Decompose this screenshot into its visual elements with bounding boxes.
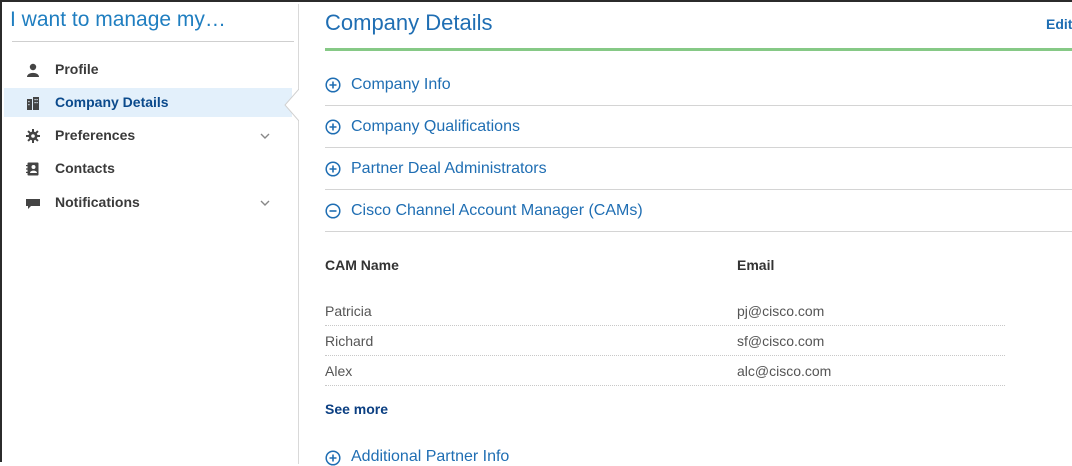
cam-name-cell: Richard xyxy=(325,333,374,349)
section-label: Company Info xyxy=(351,76,451,93)
cam-email-cell: sf@cisco.com xyxy=(737,333,825,349)
column-header-email: Email xyxy=(737,257,775,273)
plus-circle-icon xyxy=(325,77,341,93)
plus-circle-icon xyxy=(325,119,341,135)
gear-icon xyxy=(26,129,40,143)
section-label: Company Qualifications xyxy=(351,118,520,135)
sidebar-divider xyxy=(12,41,294,42)
sidebar-item-preferences[interactable]: Preferences xyxy=(4,121,292,150)
chevron-down-icon[interactable] xyxy=(260,198,270,208)
cam-name-cell: Patricia xyxy=(325,303,372,319)
sidebar-item-label: Company Details xyxy=(55,94,169,110)
user-icon xyxy=(27,63,39,77)
sidebar-item-contacts[interactable]: Contacts xyxy=(4,154,292,183)
sidebar-title: I want to manage my… xyxy=(10,8,226,31)
main-content: Company Details Edit Company Info Compan… xyxy=(299,4,1072,466)
building-icon xyxy=(27,97,39,110)
sidebar-item-profile[interactable]: Profile xyxy=(4,55,292,84)
sidebar-item-company-details[interactable]: Company Details xyxy=(4,88,292,117)
active-item-pointer xyxy=(284,89,299,121)
chevron-down-icon[interactable] xyxy=(260,131,270,141)
sidebar: I want to manage my… Profile Company Det… xyxy=(4,4,299,464)
cam-email-cell: pj@cisco.com xyxy=(737,303,825,319)
section-label: Additional Partner Info xyxy=(351,448,510,465)
section-partner-deal-administrators[interactable]: Partner Deal Administrators xyxy=(325,148,1072,190)
sidebar-item-label: Preferences xyxy=(55,127,136,143)
sidebar-item-label: Notifications xyxy=(55,194,140,210)
comment-icon xyxy=(26,199,40,209)
address-book-icon xyxy=(26,162,39,176)
title-underline xyxy=(325,48,1072,51)
table-row: Alex alc@cisco.com xyxy=(325,356,1005,386)
section-cisco-channel-account-manager[interactable]: Cisco Channel Account Manager (CAMs) xyxy=(325,190,1072,232)
table-row: Patricia pj@cisco.com xyxy=(325,296,1005,326)
page-title: Company Details xyxy=(325,10,493,35)
sidebar-item-notifications[interactable]: Notifications xyxy=(4,188,292,217)
sidebar-item-label: Profile xyxy=(55,61,99,77)
section-label: Partner Deal Administrators xyxy=(351,160,547,177)
section-company-qualifications[interactable]: Company Qualifications xyxy=(325,106,1072,148)
edit-link[interactable]: Edit xyxy=(1046,16,1072,32)
cam-name-cell: Alex xyxy=(325,363,353,379)
section-label: Cisco Channel Account Manager (CAMs) xyxy=(351,202,643,219)
section-company-info[interactable]: Company Info xyxy=(325,64,1072,106)
see-more-link[interactable]: See more xyxy=(325,401,388,417)
table-row: Richard sf@cisco.com xyxy=(325,326,1005,356)
sidebar-item-label: Contacts xyxy=(55,160,115,176)
plus-circle-icon xyxy=(325,161,341,177)
cam-email-cell: alc@cisco.com xyxy=(737,363,832,379)
plus-circle-icon xyxy=(325,450,341,466)
column-header-cam-name: CAM Name xyxy=(325,257,399,273)
section-additional-partner-info[interactable]: Additional Partner Info xyxy=(325,444,1072,466)
minus-circle-icon xyxy=(325,203,341,219)
app-frame: I want to manage my… Profile Company Det… xyxy=(0,0,1072,466)
